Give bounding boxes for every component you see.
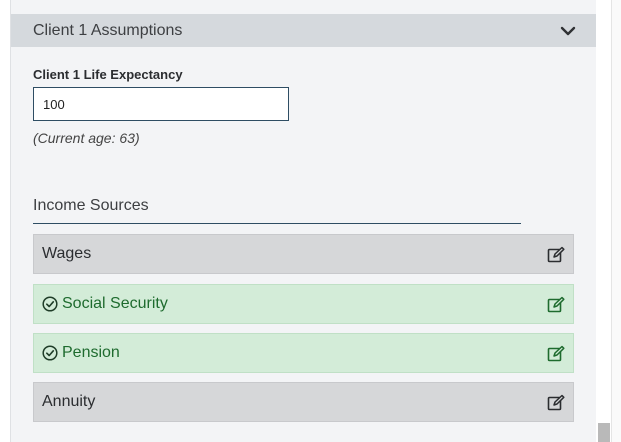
edit-icon[interactable] xyxy=(547,345,565,363)
income-source-annuity[interactable]: Annuity xyxy=(33,382,574,422)
check-circle-icon xyxy=(42,296,58,312)
page-scrollbar-track[interactable] xyxy=(611,0,621,442)
client1-assumptions-header[interactable]: Client 1 Assumptions xyxy=(11,14,596,47)
check-circle-icon xyxy=(42,345,58,361)
edit-icon[interactable] xyxy=(547,296,565,314)
scrollbar-thumb[interactable] xyxy=(598,423,610,442)
life-expectancy-input[interactable] xyxy=(33,87,289,121)
income-source-label: Annuity xyxy=(42,393,96,410)
section-title: Client 1 Assumptions xyxy=(33,21,183,39)
life-expectancy-label: Client 1 Life Expectancy xyxy=(33,67,183,82)
top-strip xyxy=(11,0,596,14)
income-sources-divider xyxy=(33,223,521,224)
income-source-pension[interactable]: Pension xyxy=(33,333,574,373)
income-source-social-security[interactable]: Social Security xyxy=(33,284,574,324)
income-source-label: Wages xyxy=(42,245,92,262)
assumptions-panel: Client 1 Assumptions Client 1 Life Expec… xyxy=(10,0,596,442)
current-age-note: (Current age: 63) xyxy=(33,130,140,146)
income-sources-title: Income Sources xyxy=(33,197,149,214)
income-source-wages[interactable]: Wages xyxy=(33,234,574,274)
edit-icon[interactable] xyxy=(547,394,565,412)
income-source-label: Social Security xyxy=(62,295,168,312)
edit-icon[interactable] xyxy=(547,246,565,264)
chevron-down-icon[interactable] xyxy=(560,24,576,38)
income-source-label: Pension xyxy=(62,344,120,361)
